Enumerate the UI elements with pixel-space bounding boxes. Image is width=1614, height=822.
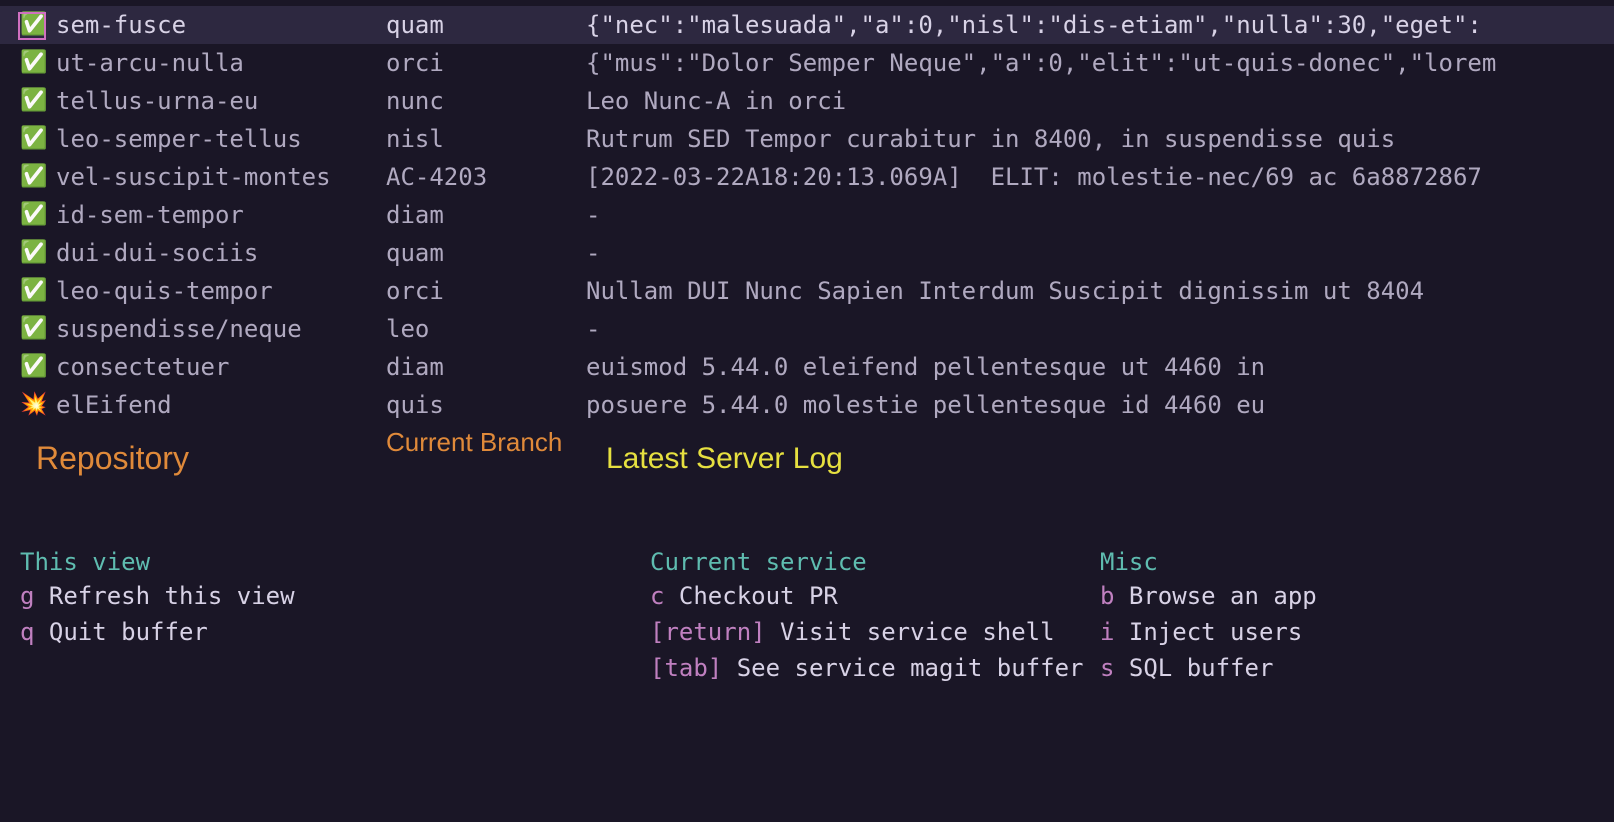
- help-label: Visit service shell: [766, 618, 1055, 646]
- header-log: Latest Server Log: [596, 428, 1614, 476]
- help-title: This view: [20, 548, 650, 576]
- service-row[interactable]: ✅consectetuerdiameuismod 5.44.0 eleifend…: [0, 348, 1614, 386]
- log-line: {"nec":"malesuada","a":0,"nisl":"dis-eti…: [586, 11, 1614, 39]
- help-item[interactable]: b Browse an app: [1100, 578, 1317, 614]
- branch-name: nunc: [386, 87, 586, 115]
- log-line: -: [586, 315, 1614, 343]
- repo-name: id-sem-tempor: [56, 201, 386, 229]
- help-key: [tab]: [650, 654, 722, 682]
- help-col-this-view: This view g Refresh this viewq Quit buff…: [20, 548, 650, 686]
- repo-name: dui-dui-sociis: [56, 239, 386, 267]
- repo-name: ut-arcu-nulla: [56, 49, 386, 77]
- branch-name: quam: [386, 239, 586, 267]
- service-row[interactable]: ✅suspendisse/nequeleo-: [0, 310, 1614, 348]
- log-line: Rutrum SED Tempor curabitur in 8400, in …: [586, 125, 1614, 153]
- column-headers: Repository Current Branch Latest Server …: [0, 428, 1614, 498]
- branch-name: leo: [386, 315, 586, 343]
- help-key: b: [1100, 582, 1114, 610]
- branch-name: nisl: [386, 125, 586, 153]
- service-row[interactable]: ✅leo-semper-tellusnislRutrum SED Tempor …: [0, 120, 1614, 158]
- collision-icon: 💥: [20, 394, 56, 416]
- help-item[interactable]: g Refresh this view: [20, 578, 650, 614]
- service-row[interactable]: 💥elEifendquisposuere 5.44.0 molestie pel…: [0, 386, 1614, 424]
- help-key: q: [20, 618, 34, 646]
- help-item[interactable]: s SQL buffer: [1100, 650, 1317, 686]
- help-label: SQL buffer: [1114, 654, 1273, 682]
- help-item[interactable]: c Checkout PR: [650, 578, 1100, 614]
- log-line: -: [586, 201, 1614, 229]
- service-list: ✅sem-fuscequam{"nec":"malesuada","a":0,"…: [0, 6, 1614, 424]
- check-icon: ✅: [20, 52, 56, 74]
- check-icon: ✅: [20, 318, 56, 340]
- check-icon: ✅: [20, 90, 56, 112]
- service-row[interactable]: ✅id-sem-tempordiam-: [0, 196, 1614, 234]
- help-panel: This view g Refresh this viewq Quit buff…: [0, 498, 1614, 686]
- check-icon: ✅: [20, 280, 56, 302]
- branch-name: orci: [386, 277, 586, 305]
- check-icon: ✅: [20, 14, 56, 36]
- service-row[interactable]: ✅vel-suscipit-montesAC-4203[2022-03-22A1…: [0, 158, 1614, 196]
- help-label: See service magit buffer: [722, 654, 1083, 682]
- help-item[interactable]: q Quit buffer: [20, 614, 650, 650]
- branch-name: diam: [386, 201, 586, 229]
- service-row[interactable]: ✅dui-dui-sociisquam-: [0, 234, 1614, 272]
- help-label: Checkout PR: [664, 582, 837, 610]
- help-label: Inject users: [1114, 618, 1302, 646]
- branch-name: diam: [386, 353, 586, 381]
- help-item[interactable]: [return] Visit service shell: [650, 614, 1100, 650]
- help-key: s: [1100, 654, 1114, 682]
- help-key: c: [650, 582, 664, 610]
- header-branch: Current Branch: [386, 428, 596, 458]
- repo-name: vel-suscipit-montes: [56, 163, 386, 191]
- repo-name: elEifend: [56, 391, 386, 419]
- cursor-outline: [18, 12, 46, 40]
- check-icon: ✅: [20, 166, 56, 188]
- service-row[interactable]: ✅ut-arcu-nullaorci{"mus":"Dolor Semper N…: [0, 44, 1614, 82]
- branch-name: quam: [386, 11, 586, 39]
- log-line: posuere 5.44.0 molestie pellentesque id …: [586, 391, 1614, 419]
- repo-name: leo-quis-tempor: [56, 277, 386, 305]
- check-icon: ✅: [20, 356, 56, 378]
- repo-name: tellus-urna-eu: [56, 87, 386, 115]
- help-key: g: [20, 582, 34, 610]
- log-line: -: [586, 239, 1614, 267]
- help-item[interactable]: [tab] See service magit buffer: [650, 650, 1100, 686]
- service-row[interactable]: ✅leo-quis-tempororciNullam DUI Nunc Sapi…: [0, 272, 1614, 310]
- log-line: euismod 5.44.0 eleifend pellentesque ut …: [586, 353, 1614, 381]
- help-item[interactable]: i Inject users: [1100, 614, 1317, 650]
- help-label: Refresh this view: [34, 582, 294, 610]
- log-line: [2022-03-22A18:20:13.069A] ELIT: molesti…: [586, 163, 1614, 191]
- help-title: Misc: [1100, 548, 1317, 576]
- help-label: Browse an app: [1114, 582, 1316, 610]
- service-row[interactable]: ✅sem-fuscequam{"nec":"malesuada","a":0,"…: [0, 6, 1614, 44]
- branch-name: orci: [386, 49, 586, 77]
- help-label: Quit buffer: [34, 618, 207, 646]
- check-icon: ✅: [20, 128, 56, 150]
- help-col-current-service: Current service c Checkout PR[return] Vi…: [650, 548, 1100, 686]
- help-key: [return]: [650, 618, 766, 646]
- log-line: Nullam DUI Nunc Sapien Interdum Suscipit…: [586, 277, 1614, 305]
- help-title: Current service: [650, 548, 1100, 576]
- terminal-viewport: ✅sem-fuscequam{"nec":"malesuada","a":0,"…: [0, 0, 1614, 686]
- repo-name: sem-fusce: [56, 11, 386, 39]
- branch-name: quis: [386, 391, 586, 419]
- help-col-misc: Misc b Browse an appi Inject userss SQL …: [1100, 548, 1317, 686]
- help-key: i: [1100, 618, 1114, 646]
- log-line: Leo Nunc-A in orci: [586, 87, 1614, 115]
- repo-name: leo-semper-tellus: [56, 125, 386, 153]
- header-repository: Repository: [36, 428, 386, 477]
- repo-name: suspendisse/neque: [56, 315, 386, 343]
- repo-name: consectetuer: [56, 353, 386, 381]
- check-icon: ✅: [20, 242, 56, 264]
- log-line: {"mus":"Dolor Semper Neque","a":0,"elit"…: [586, 49, 1614, 77]
- service-row[interactable]: ✅tellus-urna-eununcLeo Nunc-A in orci: [0, 82, 1614, 120]
- check-icon: ✅: [20, 204, 56, 226]
- branch-name: AC-4203: [386, 163, 586, 191]
